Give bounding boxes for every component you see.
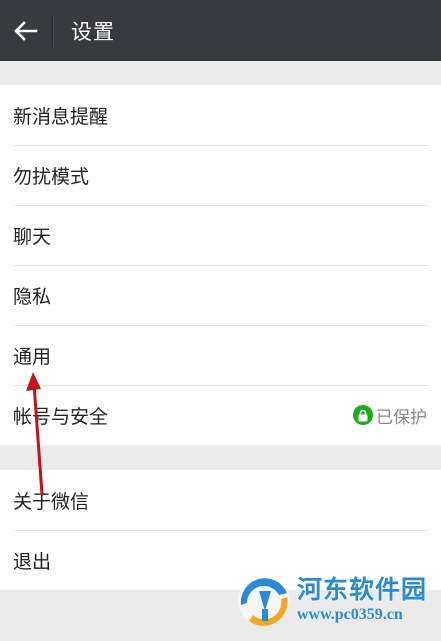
lock-icon [353,405,373,425]
settings-item-label: 通用 [13,345,52,368]
settings-item-label: 退出 [13,550,52,573]
settings-group-main: 新消息提醒 勿扰模式 聊天 隐私 通用 帐号与安全 已保护 [0,85,441,445]
settings-item-privacy[interactable]: 隐私 [0,265,441,325]
title-bar: 设置 [0,0,441,61]
settings-item-label: 聊天 [13,225,52,248]
back-button[interactable] [0,0,52,61]
page-title: 设置 [71,19,115,44]
watermark-site-name: 河东软件园 [297,575,428,604]
arrow-left-icon [14,20,38,41]
title-divider [52,14,53,47]
account-security-status: 已保护 [353,385,427,445]
status-badge: 已保护 [376,407,427,428]
watermark-text: 河东软件园 www.pc0359.cn [297,575,427,625]
settings-item-label: 新消息提醒 [13,105,109,128]
settings-item-label: 隐私 [13,285,52,308]
settings-item-label: 勿扰模式 [13,165,90,188]
settings-item-do-not-disturb[interactable]: 勿扰模式 [0,145,441,205]
settings-item-chat[interactable]: 聊天 [0,205,441,265]
settings-item-label: 关于微信 [13,490,90,513]
settings-item-about[interactable]: 关于微信 [0,470,441,530]
site-watermark: 河东软件园 www.pc0359.cn [235,568,435,632]
settings-item-label: 帐号与安全 [13,405,109,428]
site-logo-icon [238,574,290,626]
settings-item-general[interactable]: 通用 [0,325,441,385]
settings-item-new-message-notify[interactable]: 新消息提醒 [0,85,441,145]
watermark-url: www.pc0359.cn [297,606,403,623]
settings-item-account-security[interactable]: 帐号与安全 已保护 [0,385,441,445]
